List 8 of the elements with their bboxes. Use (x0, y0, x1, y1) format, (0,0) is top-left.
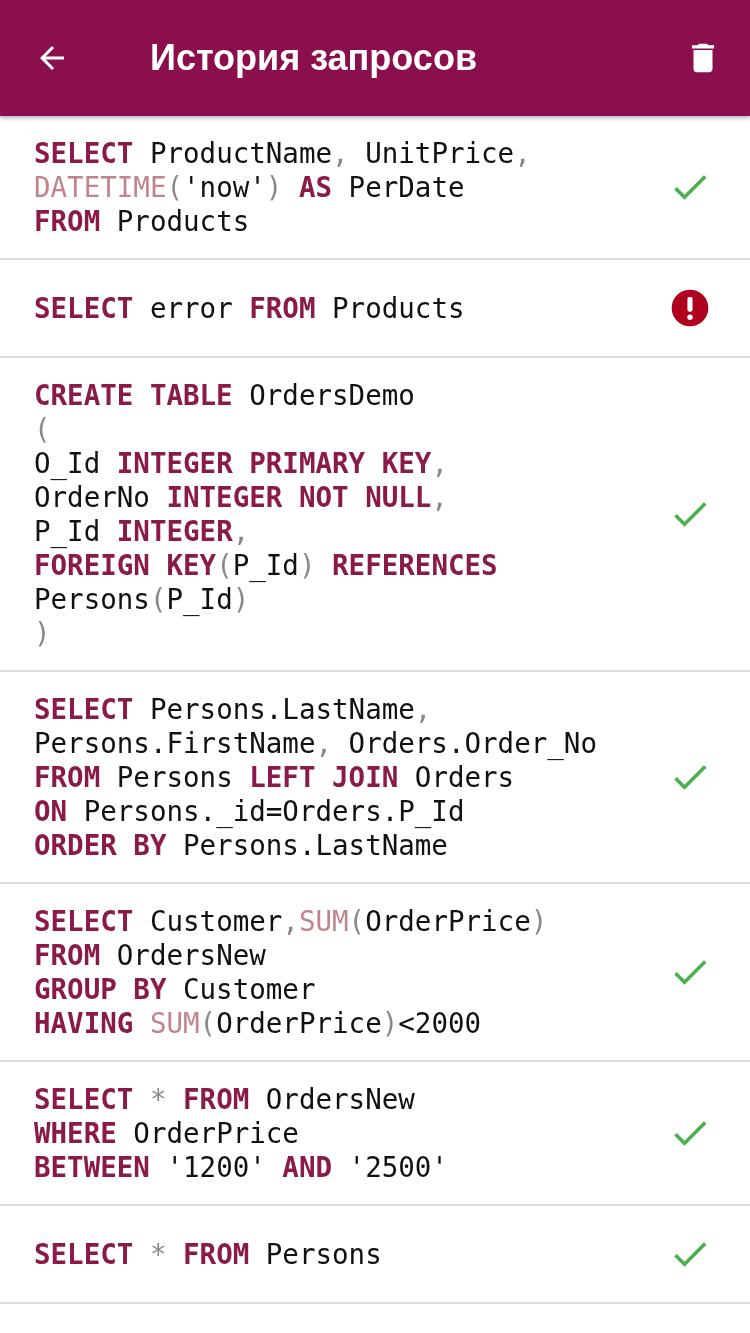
sql-query[interactable]: SELECT ProductName, UnitPrice, DATETIME('now') AS PerDate FROM Products (34, 136, 668, 238)
sql-query[interactable]: SELECT error FROM Products (34, 291, 668, 325)
sql-query[interactable]: SELECT * FROM OrdersNew WHERE OrderPrice BETWEEN '1200' AND '2500' (34, 1082, 668, 1184)
sql-query[interactable]: SELECT * FROM Persons (34, 1237, 668, 1271)
screen-title: История запросов (150, 37, 478, 79)
sql-query[interactable]: CREATE TABLE OrdersDemo ( O_Id INTEGER PRIMARY KEY, OrderNo INTEGER NOT NULL, P_Id INTEGER, FOREIGN KEY(P_Id) REFERENCES Persons(P_Id) ) (34, 378, 668, 650)
sql-query[interactable]: SELECT Customer,SUM(OrderPrice) FROM OrdersNew GROUP BY Customer HAVING SUM(OrderPrice)<2000 (34, 904, 668, 1040)
sql-query[interactable]: SELECT Persons.LastName, Persons.FirstName, Orders.Order_No FROM Persons LEFT JOIN Orders ON Persons._id=Orders.P_Id ORDER BY Persons.LastName (34, 692, 668, 862)
